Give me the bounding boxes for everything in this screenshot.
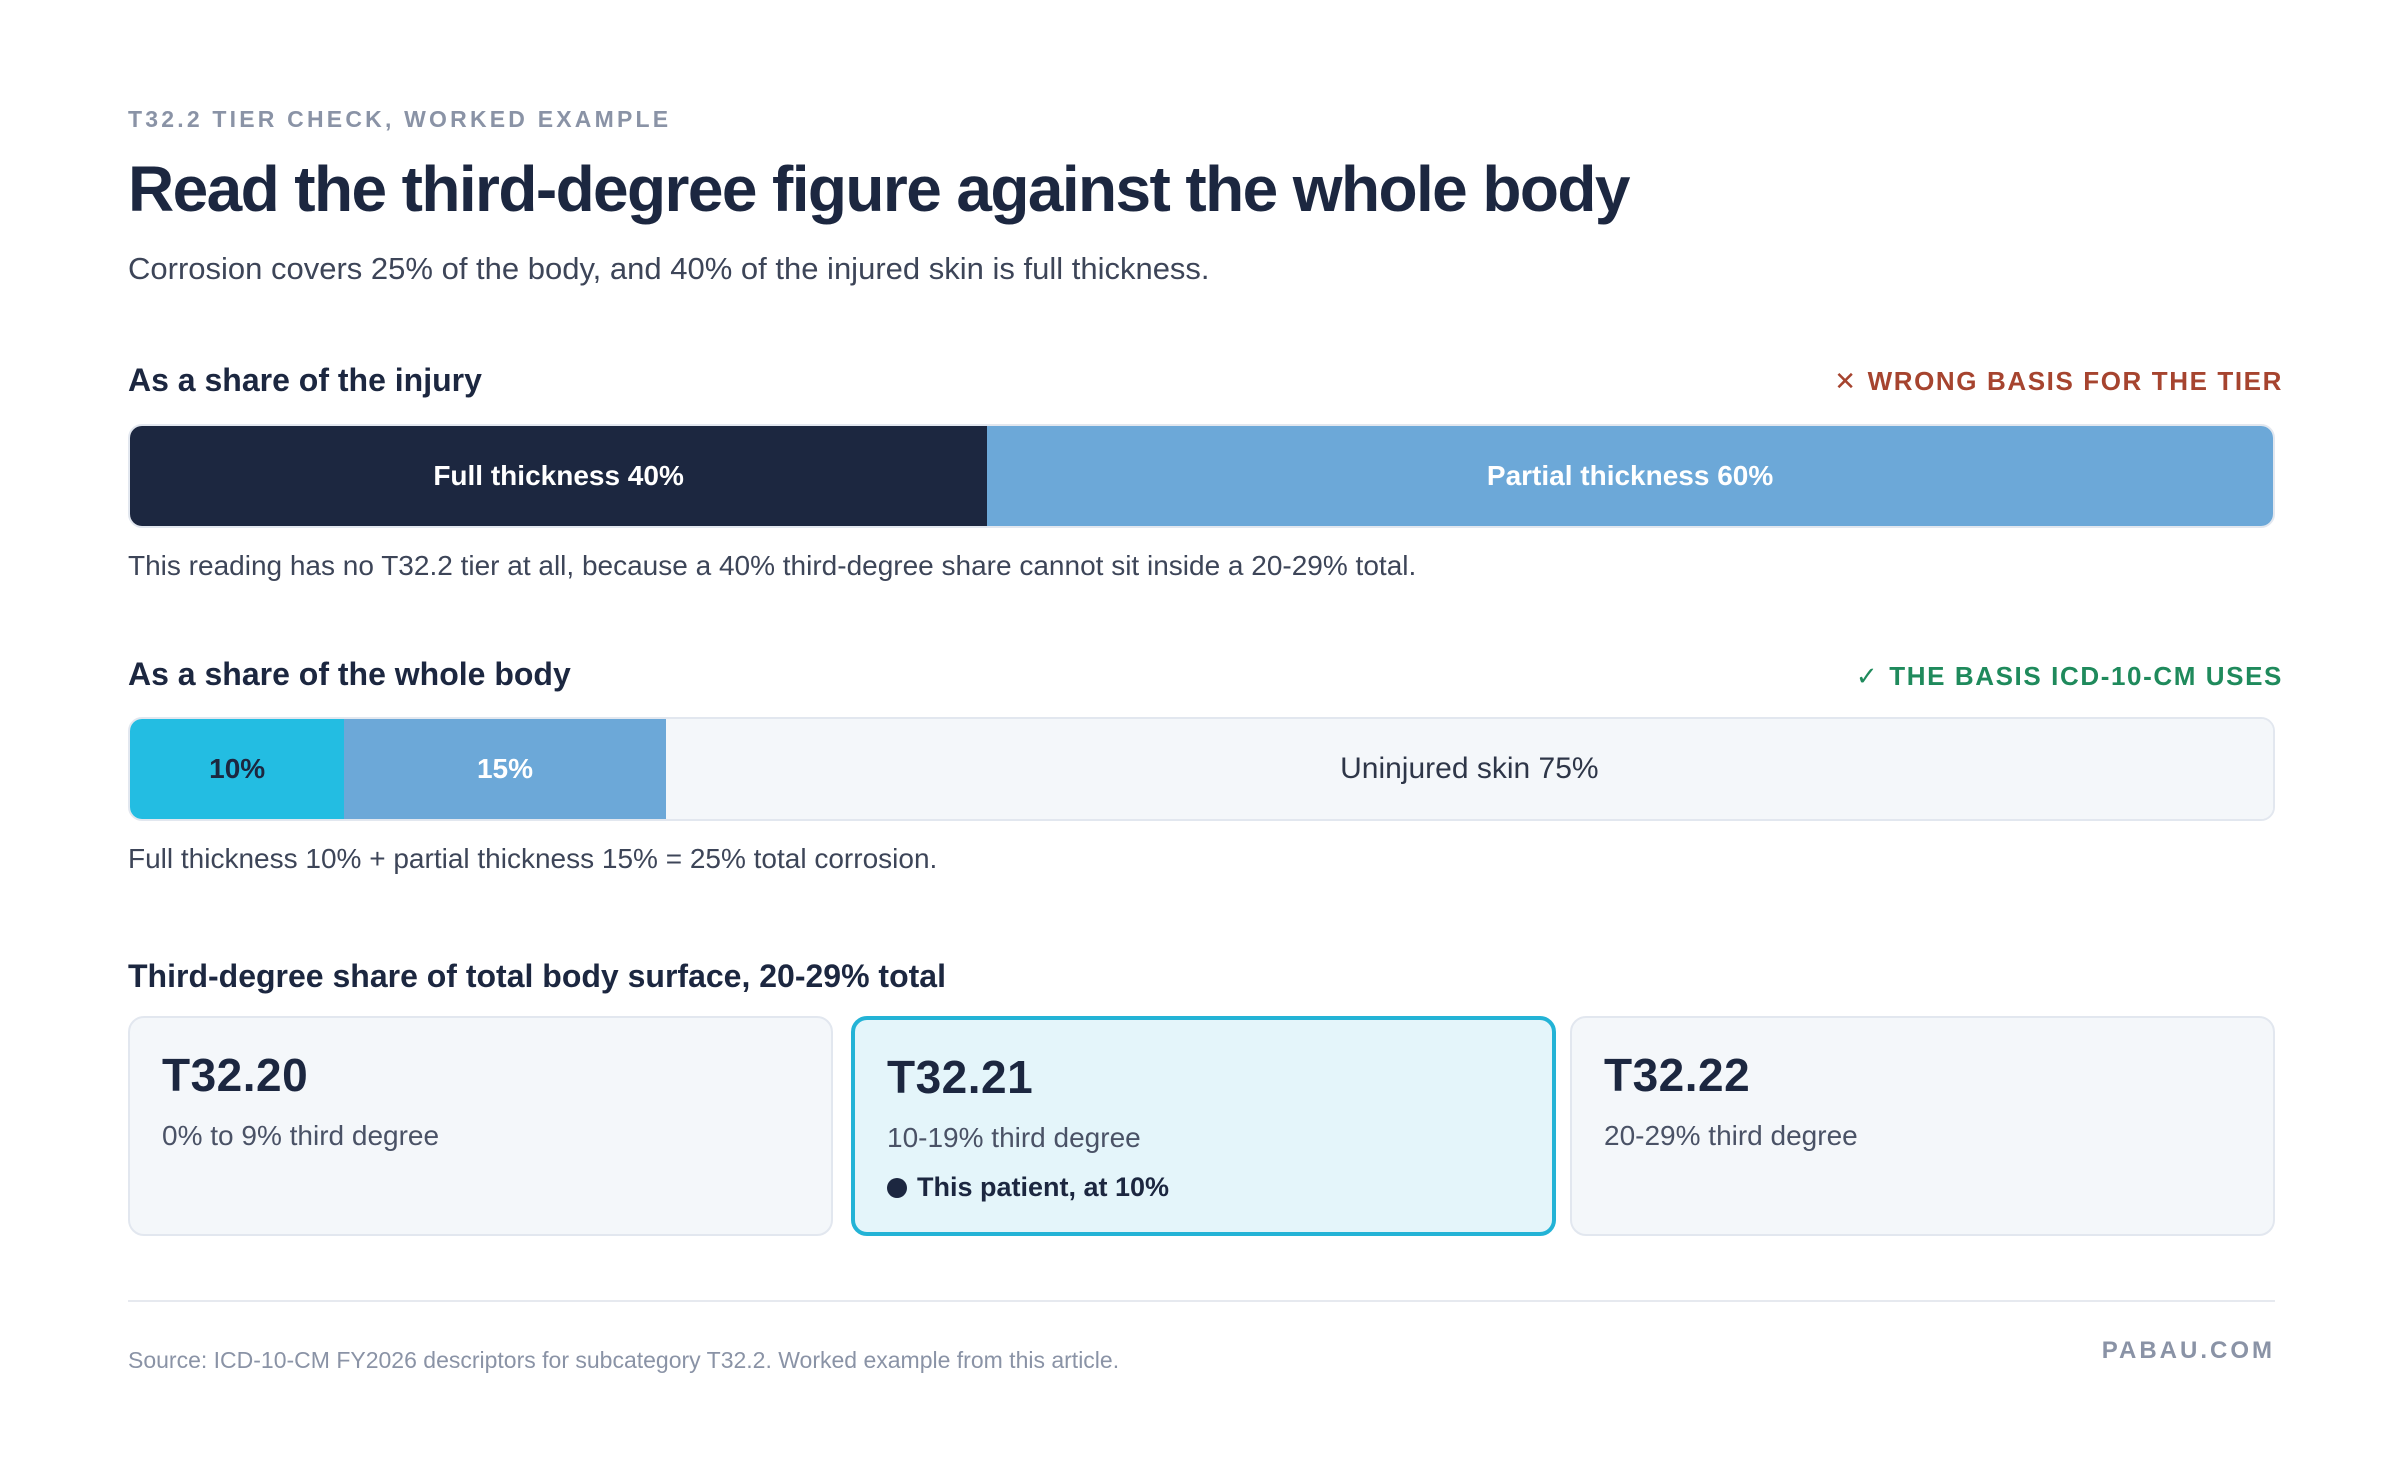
bar-segment-label: Full thickness 40%	[433, 460, 684, 491]
tier-code: T32.20	[162, 1049, 309, 1101]
injury-section-label: As a share of the injury	[128, 362, 482, 398]
wrong-basis-text: WRONG BASIS FOR THE TIER	[1867, 366, 2283, 396]
page-title: Read the third-degree figure against the…	[128, 153, 1630, 225]
tier-range: 10-19% third degree	[887, 1122, 1141, 1153]
body-note: Full thickness 10% + partial thickness 1…	[128, 843, 938, 874]
patient-marker-text: This patient, at 10%	[917, 1172, 1170, 1202]
bullet-dot-icon	[887, 1177, 907, 1198]
tier-card-t32-21: T32.21 10-19% third degree This patient,…	[851, 1016, 1556, 1236]
body-section-label: As a share of the whole body	[128, 656, 571, 692]
bar-segment-label: Partial thickness 60%	[1486, 460, 1774, 491]
right-basis-verdict: ✓ THE BASIS ICD-10-CM USES	[1856, 661, 2283, 692]
bar-segment-label: 10%	[209, 753, 266, 784]
tiers-section-label: Third-degree share of total body surface…	[128, 958, 946, 994]
brand-mark: PABAU.COM	[2101, 1337, 2275, 1364]
tier-card-t32-22: T32.22 20-29% third degree	[1570, 1016, 2275, 1236]
subtitle: Corrosion covers 25% of the body, and 40…	[128, 251, 1210, 286]
tier-code: T32.21	[887, 1051, 1034, 1103]
tier-code: T32.22	[1604, 1049, 1751, 1101]
eyebrow-label: T32.2 TIER CHECK, WORKED EXAMPLE	[128, 106, 672, 132]
injury-note: This reading has no T32.2 tier at all, b…	[128, 550, 1417, 581]
injury-share-bar: Full thickness 40% Partial thickness 60%	[128, 424, 2275, 528]
body-share-bar: 10% 15% Uninjured skin 75%	[128, 717, 2275, 821]
close-x-icon: ✕	[1834, 366, 1858, 396]
bar-segment-label: Uninjured skin 75%	[1340, 752, 1599, 785]
patient-marker: This patient, at 10%	[887, 1172, 1520, 1203]
wrong-basis-verdict: ✕ WRONG BASIS FOR THE TIER	[1834, 366, 2283, 397]
tier-card-t32-20: T32.20 0% to 9% third degree	[128, 1016, 833, 1236]
check-icon: ✓	[1855, 661, 1880, 691]
tier-range: 20-29% third degree	[1604, 1120, 1858, 1151]
source-note: Source: ICD-10-CM FY2026 descriptors for…	[128, 1347, 1120, 1373]
bar-segment: Uninjured skin 75%	[665, 719, 2273, 819]
bar-segment: Partial thickness 60%	[987, 426, 2273, 526]
tier-range: 0% to 9% third degree	[162, 1120, 440, 1151]
bar-segment: Full thickness 40%	[130, 426, 988, 526]
footer-divider	[128, 1300, 2275, 1302]
bar-segment-label: 15%	[476, 753, 534, 784]
tier-cards: T32.20 0% to 9% third degree T32.21 10-1…	[128, 1016, 2275, 1236]
infographic: T32.2 TIER CHECK, WORKED EXAMPLE Read th…	[0, 0, 2400, 1470]
bar-segment: 15%	[344, 719, 666, 819]
right-basis-text: THE BASIS ICD-10-CM USES	[1889, 661, 2283, 691]
bar-segment: 10%	[130, 719, 345, 819]
